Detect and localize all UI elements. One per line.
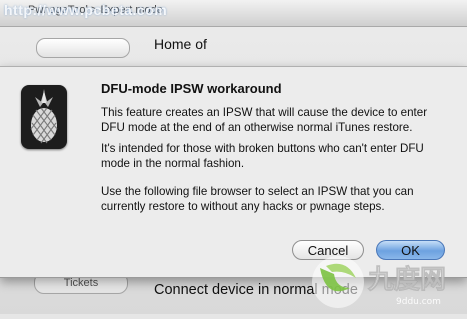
dfu-dialog: DFU-mode IPSW workaround This feature cr…: [0, 66, 467, 278]
watermark-logo-text: 九度网: [367, 264, 446, 295]
watermark-text: http://www.pcbeta.com: [4, 2, 168, 18]
watermark-logo: 九度网 9ddu.com: [306, 248, 467, 314]
dialog-message-2: It's intended for those with broken butt…: [101, 142, 424, 170]
pineapple-icon: [21, 85, 67, 149]
dialog-title: DFU-mode IPSW workaround: [101, 81, 282, 96]
dialog-message-3: Use the following file browser to select…: [101, 185, 414, 213]
background-top-label: Home of: [154, 36, 207, 52]
dialog-message-1: This feature creates an IPSW that will c…: [101, 106, 428, 134]
background-top-button[interactable]: [36, 38, 130, 58]
watermark-logo-subtext: 9ddu.com: [396, 297, 441, 307]
